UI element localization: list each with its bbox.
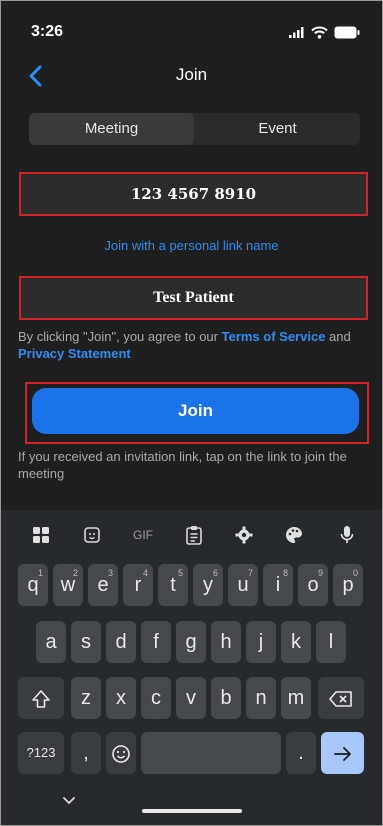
keyboard-toolbar: GIF	[1, 510, 382, 560]
status-time: 3:26	[31, 23, 64, 40]
microphone-icon[interactable]	[334, 522, 360, 548]
key-z[interactable]: z	[71, 677, 101, 719]
symbols-key[interactable]: ?123	[18, 732, 64, 774]
meeting-id-input[interactable]: 123 4567 8910	[19, 172, 368, 216]
key-k[interactable]: k	[281, 621, 311, 663]
key-i-digit: 8	[282, 568, 288, 578]
key-e[interactable]: e3	[88, 564, 118, 606]
emoji-icon	[112, 744, 130, 763]
key-j[interactable]: j	[246, 621, 276, 663]
key-t-label: t	[170, 574, 176, 596]
status-bar: 3:26	[1, 1, 382, 61]
display-name-input[interactable]: Test Patient	[19, 276, 368, 320]
key-l[interactable]: l	[316, 621, 346, 663]
terms-prefix: By clicking "Join", you agree to our	[18, 329, 222, 344]
key-i-label: i	[275, 574, 281, 596]
key-t-digit: 5	[177, 568, 183, 578]
settings-gear-icon[interactable]	[231, 522, 257, 548]
shift-arrow-icon	[32, 689, 50, 708]
enter-key[interactable]	[321, 732, 364, 774]
key-o-digit: 9	[317, 568, 323, 578]
backspace-icon	[329, 690, 352, 707]
key-u[interactable]: u7	[228, 564, 258, 606]
terms-of-service-link[interactable]: Terms of Service	[222, 329, 326, 344]
key-r-digit: 4	[142, 568, 148, 578]
gif-icon[interactable]: GIF	[128, 522, 158, 548]
key-q[interactable]: q1	[18, 564, 48, 606]
apps-grid-icon[interactable]	[28, 522, 54, 548]
page-title: Join	[175, 65, 208, 84]
key-i[interactable]: i8	[263, 564, 293, 606]
phone-screen: 3:26 Join Meeting Event 123 4567 8910 Jo…	[0, 0, 383, 826]
key-h[interactable]: h	[211, 621, 241, 663]
key-e-digit: 3	[107, 568, 113, 578]
key-n[interactable]: n	[246, 677, 276, 719]
key-g[interactable]: g	[176, 621, 206, 663]
signal-icon	[289, 27, 304, 38]
key-f[interactable]: f	[141, 621, 171, 663]
key-c[interactable]: c	[141, 677, 171, 719]
key-r[interactable]: r4	[123, 564, 153, 606]
key-a[interactable]: a	[36, 621, 66, 663]
key-u-digit: 7	[247, 568, 253, 578]
key-e-label: e	[97, 574, 109, 596]
comma-key[interactable]: ,	[71, 732, 101, 774]
period-key[interactable]: .	[286, 732, 316, 774]
key-t[interactable]: t5	[158, 564, 188, 606]
key-w[interactable]: w2	[53, 564, 83, 606]
join-type-tabs: Meeting Event	[29, 113, 360, 145]
key-p-label: p	[342, 574, 354, 596]
key-w-digit: 2	[72, 568, 78, 578]
key-x[interactable]: x	[106, 677, 136, 719]
battery-icon	[334, 26, 360, 38]
tab-meeting[interactable]: Meeting	[29, 113, 194, 145]
backspace-key[interactable]	[318, 677, 364, 719]
key-q-label: q	[27, 574, 39, 596]
terms-and: and	[325, 329, 351, 344]
key-o-label: o	[307, 574, 319, 596]
arrow-right-icon	[333, 746, 351, 761]
key-p[interactable]: p0	[333, 564, 363, 606]
key-m[interactable]: m	[281, 677, 311, 719]
sticker-icon[interactable]	[79, 522, 105, 548]
key-r-label: r	[134, 574, 142, 596]
chevron-down-icon	[63, 797, 75, 805]
join-button[interactable]: Join	[32, 388, 359, 434]
key-q-digit: 1	[37, 568, 43, 578]
key-s[interactable]: s	[71, 621, 101, 663]
clipboard-icon[interactable]	[181, 522, 207, 548]
status-icons	[289, 25, 360, 39]
keyboard-collapse-button[interactable]	[62, 793, 76, 809]
palette-icon[interactable]	[281, 522, 307, 548]
tab-event[interactable]: Event	[195, 113, 360, 145]
privacy-statement-link[interactable]: Privacy Statement	[18, 346, 131, 361]
wifi-icon	[311, 26, 328, 39]
invitation-hint: If you received an invitation link, tap …	[18, 449, 347, 481]
personal-link-name-link[interactable]: Join with a personal link name	[1, 238, 382, 253]
key-o[interactable]: o9	[298, 564, 328, 606]
space-key[interactable]	[141, 732, 281, 774]
emoji-key[interactable]	[106, 732, 136, 774]
key-y[interactable]: y6	[193, 564, 223, 606]
key-v[interactable]: v	[176, 677, 206, 719]
home-indicator	[142, 809, 242, 813]
key-y-label: y	[203, 574, 213, 596]
shift-key[interactable]	[18, 677, 64, 719]
key-u-label: u	[237, 574, 249, 596]
key-d[interactable]: d	[106, 621, 136, 663]
terms-notice: By clicking "Join", you agree to our Ter…	[18, 328, 363, 362]
key-p-digit: 0	[352, 568, 358, 578]
key-b[interactable]: b	[211, 677, 241, 719]
navigation-bar: Join	[1, 59, 382, 95]
keyboard: GIF q1 w2 e3 r4 t5 y6 u7 i8 o9 p0 a s d	[1, 510, 382, 825]
key-y-digit: 6	[212, 568, 218, 578]
